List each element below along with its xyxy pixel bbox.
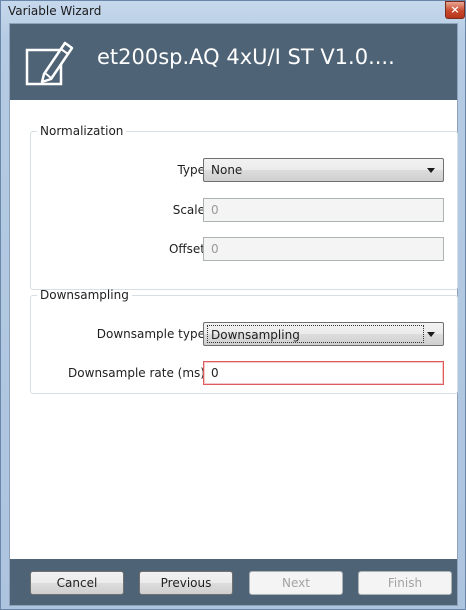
scale-label: Scale	[172, 203, 205, 217]
chevron-down-icon	[427, 168, 435, 173]
offset-input[interactable]: 0	[203, 237, 444, 261]
downsample-type-row: Downsample type Downsampling	[31, 322, 457, 346]
type-select-value: None	[211, 163, 243, 177]
edit-icon	[25, 41, 74, 86]
chevron-down-icon	[427, 332, 435, 337]
variable-wizard-window: Variable Wizard × et200sp.AQ 4xU/I ST V1…	[0, 0, 466, 610]
close-button[interactable]: ×	[445, 1, 465, 19]
previous-button[interactable]: Previous	[139, 571, 233, 595]
offset-row: Offset 0	[31, 237, 457, 261]
wizard-footer: Cancel Previous Next Finish	[10, 559, 457, 605]
downsample-type-value: Downsampling	[207, 325, 424, 343]
normalization-group: Normalization Type None Scale 0 Offset 0	[30, 124, 458, 290]
window-title: Variable Wizard	[8, 4, 102, 18]
downsample-rate-label: Downsample rate (ms)	[68, 366, 205, 380]
type-label: Type	[177, 163, 205, 177]
downsample-rate-row: Downsample rate (ms) 0	[31, 361, 457, 385]
title-bar[interactable]: Variable Wizard ×	[1, 1, 465, 23]
downsampling-legend: Downsampling	[40, 288, 129, 302]
downsample-type-label: Downsample type	[96, 327, 205, 341]
downsample-type-select[interactable]: Downsampling	[203, 322, 444, 346]
cancel-button[interactable]: Cancel	[30, 571, 124, 595]
finish-button[interactable]: Finish	[358, 571, 452, 595]
close-icon: ×	[450, 3, 460, 16]
header-title: et200sp.AQ 4xU/I ST V1.0....	[97, 45, 395, 69]
scale-row: Scale 0	[31, 198, 457, 222]
wizard-header: et200sp.AQ 4xU/I ST V1.0....	[10, 24, 457, 100]
type-select[interactable]: None	[203, 158, 444, 182]
type-row: Type None	[31, 158, 457, 182]
downsampling-group: Downsampling Downsample type Downsamplin…	[30, 288, 458, 394]
offset-label: Offset	[168, 242, 205, 256]
downsample-rate-input[interactable]: 0	[203, 361, 444, 385]
wizard-client-area: et200sp.AQ 4xU/I ST V1.0.... Normalizati…	[9, 23, 458, 606]
normalization-legend: Normalization	[40, 124, 124, 138]
scale-input[interactable]: 0	[203, 198, 444, 222]
next-button[interactable]: Next	[249, 571, 343, 595]
